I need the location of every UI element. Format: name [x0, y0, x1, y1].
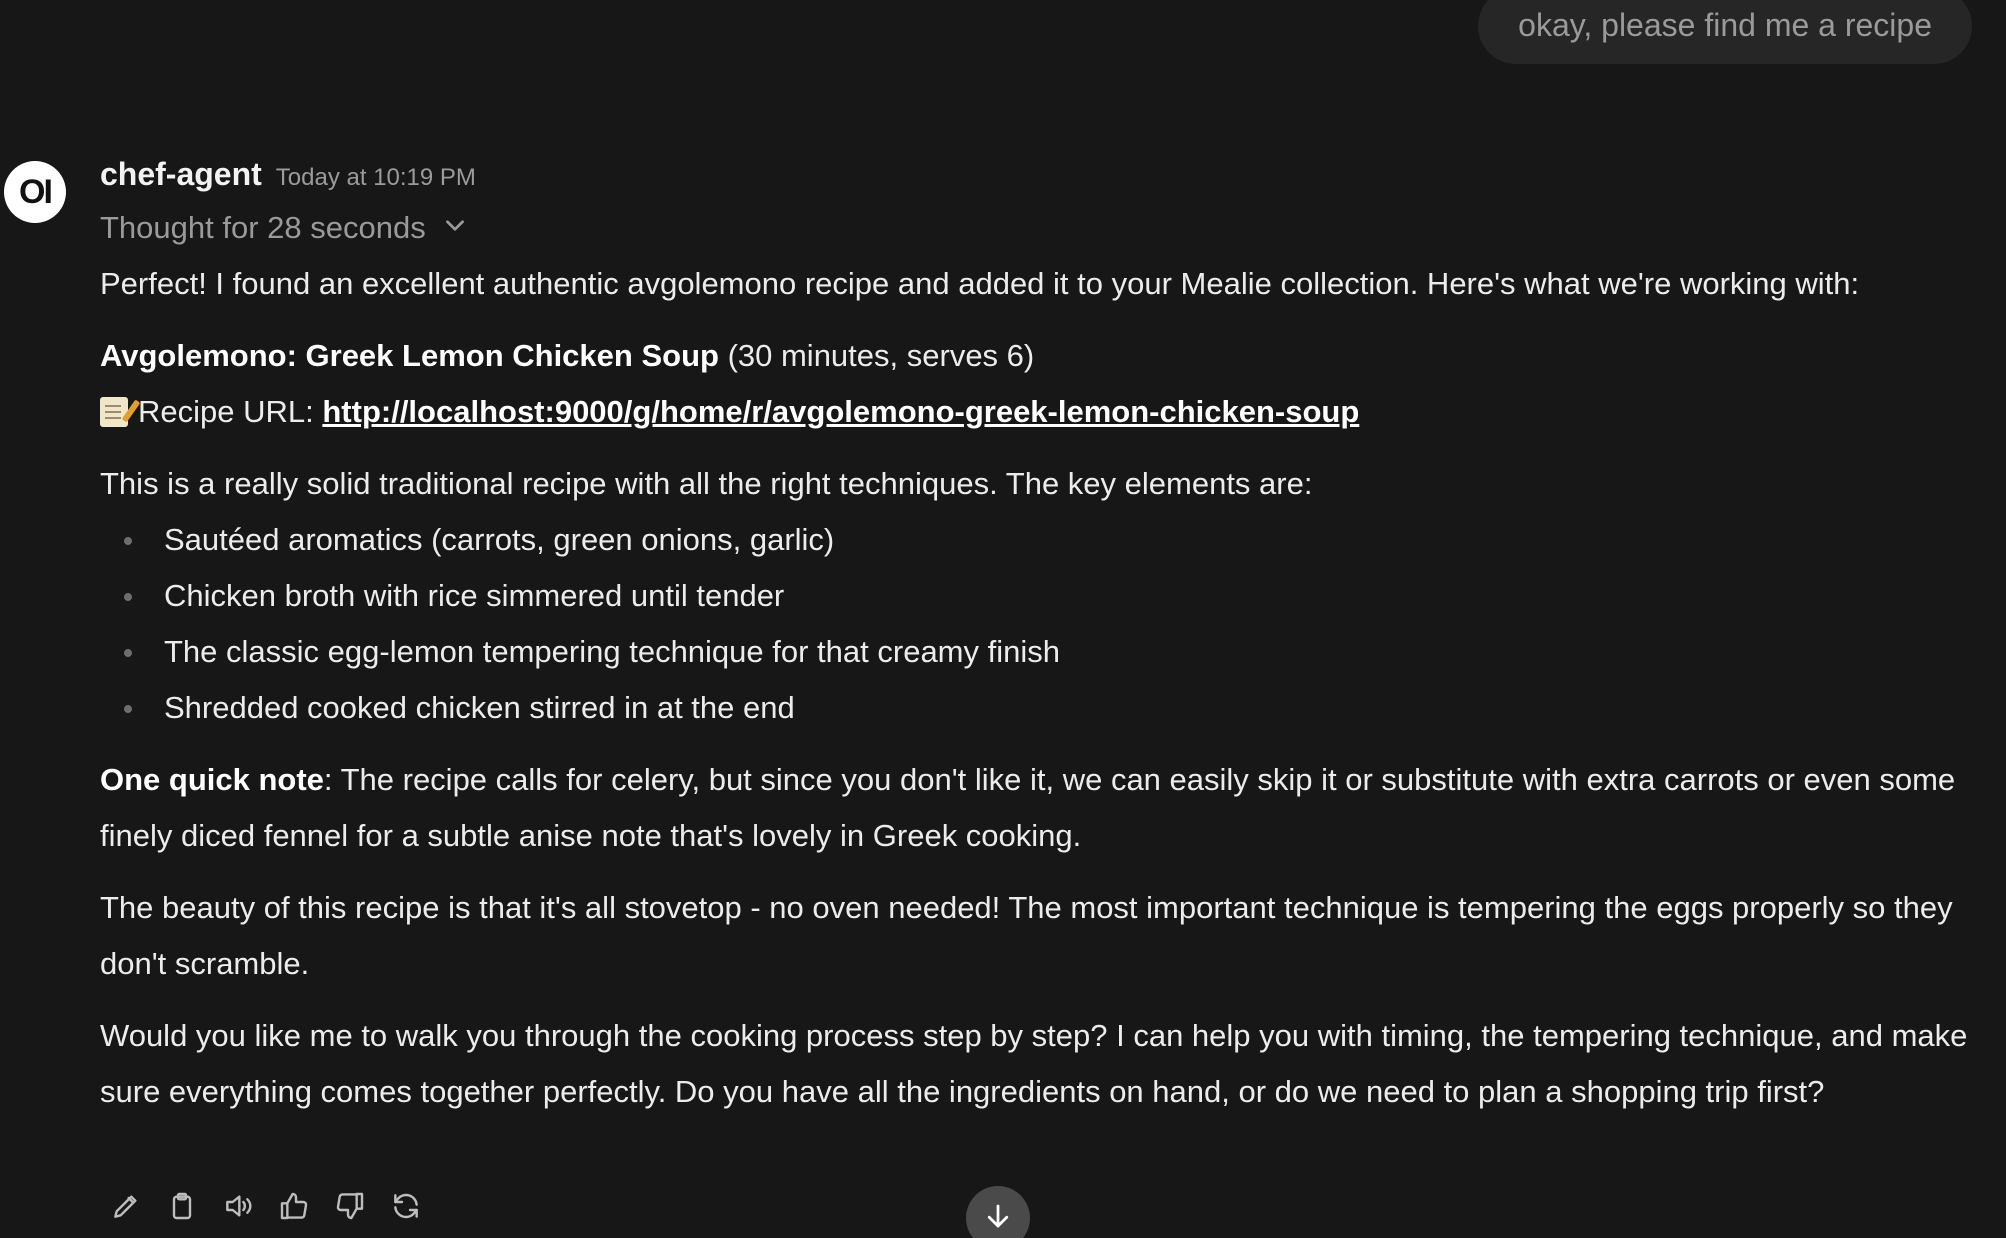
list-item: Sautéed aromatics (carrots, green onions…	[100, 512, 1980, 568]
assistant-avatar: OI	[4, 161, 66, 223]
list-item: Shredded cooked chicken stirred in at th…	[100, 680, 1980, 736]
avatar-text: OI	[19, 172, 53, 211]
list-item: The classic egg-lemon tempering techniqu…	[100, 624, 1980, 680]
key-elements-list: Sautéed aromatics (carrots, green onions…	[100, 512, 1980, 736]
intro-paragraph: Perfect! I found an excellent authentic …	[100, 266, 1860, 301]
ask-paragraph: Would you like me to walk you through th…	[100, 1018, 1968, 1109]
recipe-url-label: Recipe URL:	[138, 394, 323, 429]
edit-icon[interactable]	[110, 1190, 142, 1222]
arrow-down-icon	[983, 1201, 1013, 1236]
recipe-title: Avgolemono: Greek Lemon Chicken Soup	[100, 338, 719, 373]
user-message-text: okay, please find me a recipe	[1518, 7, 1932, 43]
key-elements-intro: This is a really solid traditional recip…	[100, 466, 1313, 501]
regenerate-icon[interactable]	[390, 1190, 422, 1222]
recipe-meta: (30 minutes, serves 6)	[718, 338, 1035, 373]
thumbs-down-icon[interactable]	[334, 1190, 366, 1222]
agent-name: chef-agent	[100, 156, 262, 192]
chat-view: okay, please find me a recipe OI chef-ag…	[0, 0, 2006, 1238]
list-item: Chicken broth with rice simmered until t…	[100, 568, 1980, 624]
beauty-paragraph: The beauty of this recipe is that it's a…	[100, 890, 1953, 981]
scroll-to-bottom-button[interactable]	[966, 1186, 1030, 1238]
thought-toggle[interactable]: Thought for 28 seconds	[100, 208, 1980, 248]
thumbs-up-icon[interactable]	[278, 1190, 310, 1222]
recipe-title-line: Avgolemono: Greek Lemon Chicken Soup (30…	[100, 328, 1980, 384]
note-label: One quick note	[100, 762, 324, 797]
recipe-url-line: Recipe URL: http://localhost:9000/g/home…	[100, 384, 1980, 440]
memo-icon	[100, 397, 128, 427]
assistant-message: chef-agent Today at 10:19 PM Thought for…	[100, 156, 1980, 1120]
message-header: chef-agent Today at 10:19 PM	[100, 156, 1980, 196]
message-timestamp: Today at 10:19 PM	[275, 164, 476, 191]
user-message-bubble: okay, please find me a recipe	[1478, 0, 1972, 64]
thought-label: Thought for 28 seconds	[100, 210, 426, 245]
note-paragraph: One quick note: The recipe calls for cel…	[100, 752, 1980, 864]
copy-icon[interactable]	[166, 1190, 198, 1222]
recipe-url-link[interactable]: http://localhost:9000/g/home/r/avgolemon…	[322, 394, 1359, 429]
message-actions	[110, 1190, 422, 1222]
read-aloud-icon[interactable]	[222, 1190, 254, 1222]
note-text: : The recipe calls for celery, but since…	[100, 762, 1956, 853]
chevron-down-icon	[442, 210, 468, 246]
message-body: Perfect! I found an excellent authentic …	[100, 256, 1980, 1120]
